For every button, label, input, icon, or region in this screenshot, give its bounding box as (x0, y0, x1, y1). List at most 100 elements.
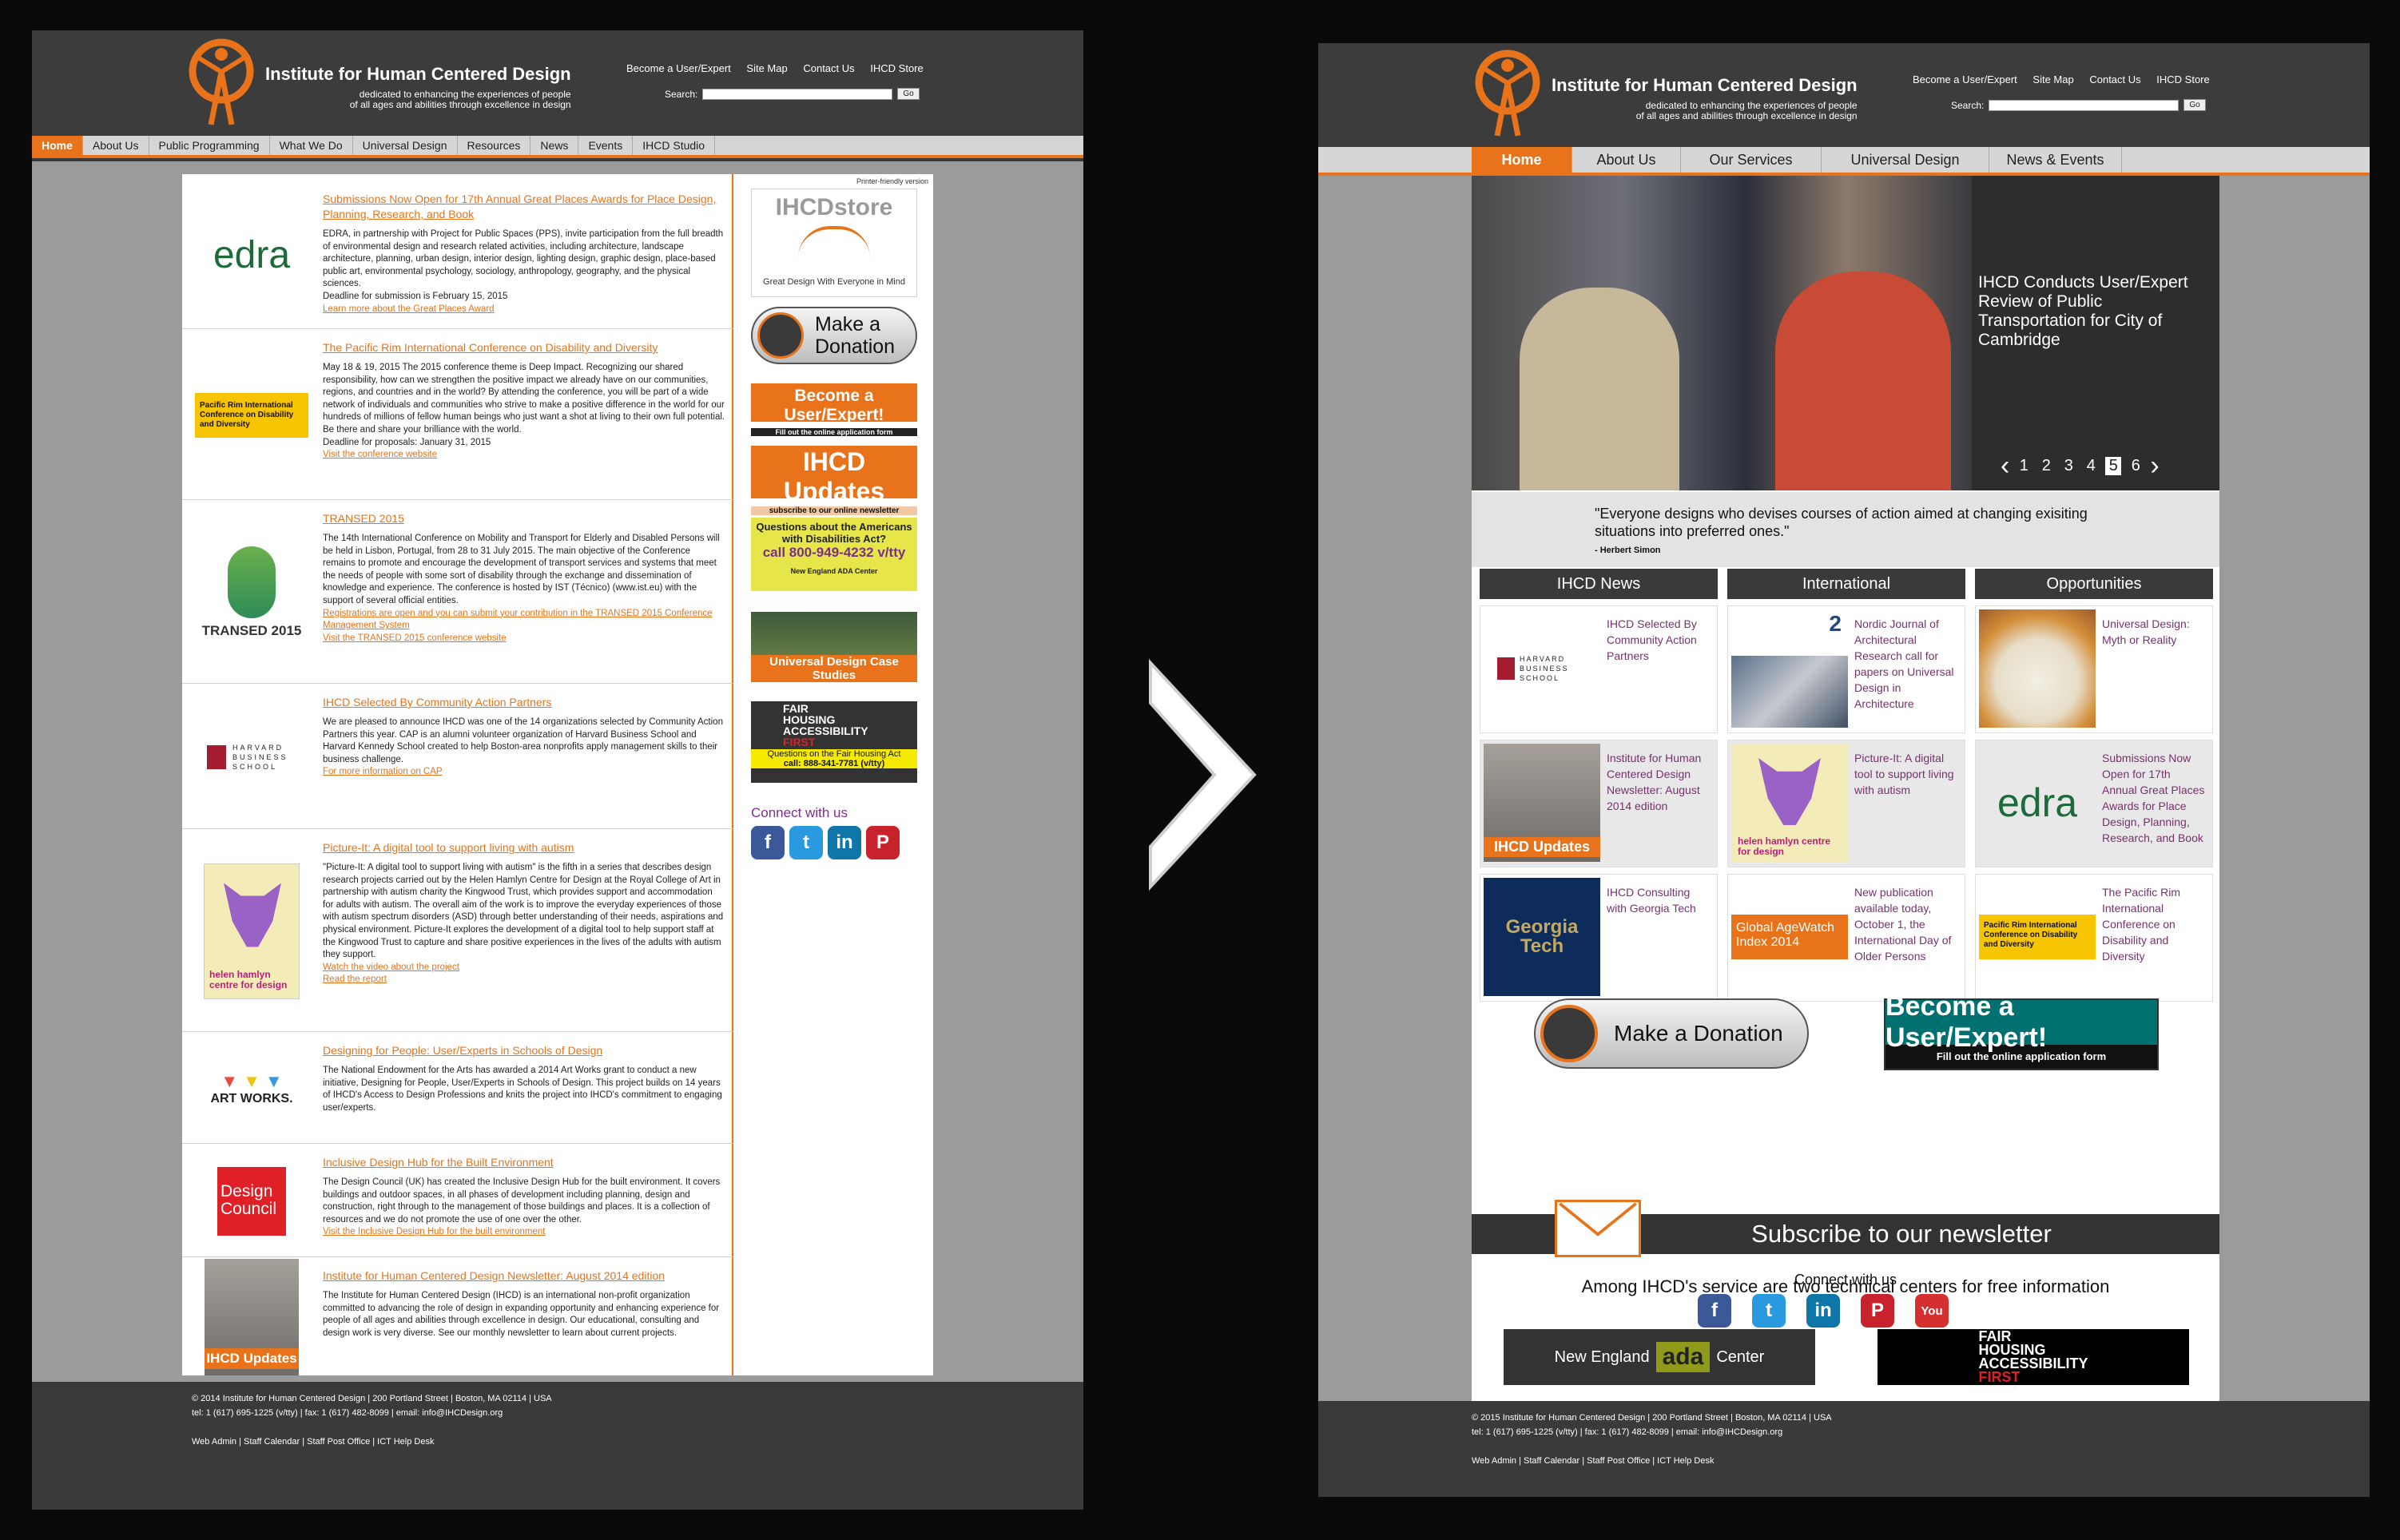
envelope-icon[interactable] (1555, 1200, 1641, 1257)
slide-1-button[interactable]: 1 (2016, 457, 2032, 475)
news-link[interactable]: Visit the conference website (323, 449, 725, 462)
twitter-icon[interactable]: t (789, 826, 823, 859)
news-title[interactable]: Designing for People: User/Experts in Sc… (323, 1043, 725, 1058)
news-link-2[interactable]: Visit the TRANSED 2015 conference websit… (323, 633, 725, 645)
link-become-user-expert[interactable]: Become a User/Expert (626, 62, 731, 74)
page-body: edra Submissions Now Open for 17th Annua… (32, 161, 1083, 1382)
nav-home[interactable]: Home (32, 136, 83, 155)
nav-about-us[interactable]: About Us (1572, 147, 1681, 173)
link-ihcd-store[interactable]: IHCD Store (2156, 73, 2209, 85)
news-card[interactable]: Pacific Rim International Conference on … (1975, 874, 2213, 1002)
news-item: HARVARD BUSINESS SCHOOL IHCD Selected By… (182, 685, 733, 829)
search-input[interactable] (702, 88, 893, 100)
nav-about-us[interactable]: About Us (83, 136, 149, 155)
chevron-right-icon[interactable]: › (2150, 450, 2159, 482)
nav-what-we-do[interactable]: What We Do (270, 136, 353, 155)
nav-our-services[interactable]: Our Services (1681, 147, 1822, 173)
news-card[interactable]: helen hamlyn centre for design Picture-I… (1727, 740, 1965, 867)
link-contact-us[interactable]: Contact Us (803, 62, 854, 74)
facebook-icon[interactable]: f (751, 826, 785, 859)
slide-2-button[interactable]: 2 (2038, 457, 2054, 475)
slide-4-button[interactable]: 4 (2083, 457, 2099, 475)
column-opportunities: Opportunities Universal Design: Myth or … (1975, 569, 2213, 1002)
link-site-map[interactable]: Site Map (746, 62, 787, 74)
nav-news[interactable]: News (530, 136, 579, 155)
tagline-line-2: of all ages and abilities through excell… (1635, 110, 1858, 121)
news-card[interactable]: Georgia Tech IHCD Consulting with Georgi… (1480, 874, 1718, 1002)
ihcd-updates-banner[interactable]: IHCD Updates subscribe to our online new… (751, 446, 917, 515)
footer-staff-links[interactable]: Web Admin | Staff Calendar | Staff Post … (1472, 1454, 2210, 1468)
pinterest-icon[interactable]: P (1861, 1294, 1894, 1328)
donate-button[interactable]: Make a Donation (1534, 998, 1809, 1069)
news-card[interactable]: Universal Design: Myth or Reality (1975, 605, 2213, 733)
search-go-button[interactable]: Go (897, 88, 920, 100)
news-item: edra Submissions Now Open for 17th Annua… (182, 182, 733, 329)
footer-staff-links[interactable]: Web Admin | Staff Calendar | Staff Post … (192, 1435, 924, 1449)
news-title[interactable]: IHCD Selected By Community Action Partne… (323, 695, 725, 710)
news-link[interactable]: For more information on CAP (323, 766, 725, 779)
nav-universal-design[interactable]: Universal Design (353, 136, 458, 155)
updates-sublabel: subscribe to our online newsletter (751, 506, 917, 515)
news-card-text: Submissions Now Open for 17th Annual Gre… (2102, 752, 2205, 844)
site-title-block: Institute for Human Centered Design dedi… (1552, 75, 1858, 121)
news-card[interactable]: IHCD Updates Institute for Human Centere… (1480, 740, 1718, 867)
footer-address: © 2014 Institute for Human Centered Desi… (192, 1394, 552, 1403)
store-banner[interactable]: IHCDstore Great Design With Everyone in … (751, 189, 917, 297)
nav-universal-design[interactable]: Universal Design (1822, 147, 1989, 173)
slide-5-button[interactable]: 5 (2105, 457, 2122, 475)
donate-button[interactable]: Make a Donation (751, 307, 917, 364)
news-link-2[interactable]: Read the report (323, 974, 725, 986)
news-link[interactable]: Learn more about the Great Places Award (323, 304, 725, 316)
news-body: The Institute for Human Centered Design … (323, 1291, 720, 1338)
link-site-map[interactable]: Site Map (2032, 73, 2073, 85)
news-link[interactable]: Visit the Inclusive Design Hub for the b… (323, 1226, 725, 1239)
link-contact-us[interactable]: Contact Us (2089, 73, 2140, 85)
nav-events[interactable]: Events (578, 136, 634, 155)
twitter-icon[interactable]: t (1752, 1294, 1786, 1328)
pinterest-icon[interactable]: P (866, 826, 900, 859)
news-card-text: Institute for Human Centered Design News… (1607, 752, 1702, 812)
new-england-ada-center-banner[interactable]: New England ada Center (1504, 1329, 1815, 1385)
fair-housing-banner[interactable]: FAIR HOUSING ACCESSIBILITY FIRST (1877, 1329, 2189, 1385)
news-link[interactable]: Registrations are open and you can submi… (323, 608, 725, 633)
news-card[interactable]: HARVARD BUSINESS SCHOOL IHCD Selected By… (1480, 605, 1718, 733)
slide-6-button[interactable]: 6 (2128, 457, 2144, 475)
case-studies-banner[interactable]: Universal Design Case Studies (751, 612, 917, 682)
printer-friendly-link[interactable]: Printer-friendly version (856, 177, 928, 185)
become-user-expert-banner[interactable]: Become a User/Expert! Fill out the onlin… (1884, 991, 2159, 1070)
search-input[interactable] (1989, 99, 2179, 111)
become-user-expert-banner[interactable]: Become a User/Expert! Fill out the onlin… (751, 383, 917, 436)
search-go-button[interactable]: Go (2183, 99, 2206, 111)
youtube-icon[interactable]: You (1915, 1294, 1949, 1328)
ada-center-banner[interactable]: Questions about the Americans with Disab… (751, 518, 917, 591)
news-title[interactable]: Institute for Human Centered Design News… (323, 1268, 725, 1284)
news-link[interactable]: Watch the video about the project (323, 962, 725, 974)
column-heading: International (1727, 569, 1965, 599)
link-ihcd-store[interactable]: IHCD Store (870, 62, 923, 74)
ihcd-logo-icon[interactable] (187, 37, 256, 133)
hero-caption[interactable]: IHCD Conducts User/Expert Review of Publ… (1978, 273, 2210, 350)
news-card[interactable]: Global AgeWatch Index 2014 New publicati… (1727, 874, 1965, 1002)
linkedin-icon[interactable]: in (1806, 1294, 1840, 1328)
nav-home[interactable]: Home (1472, 147, 1572, 173)
news-card[interactable]: edra Submissions Now Open for 17th Annua… (1975, 740, 2213, 867)
news-title[interactable]: The Pacific Rim International Conference… (323, 340, 725, 355)
news-title[interactable]: Submissions Now Open for 17th Annual Gre… (323, 192, 725, 222)
news-title[interactable]: Picture-It: A digital tool to support li… (323, 840, 725, 855)
nav-resources[interactable]: Resources (458, 136, 531, 155)
linkedin-icon[interactable]: in (828, 826, 861, 859)
nav-ihcd-studio[interactable]: IHCD Studio (633, 136, 716, 155)
ihcd-logo-icon[interactable] (1473, 48, 1542, 144)
link-become-user-expert[interactable]: Become a User/Expert (1913, 73, 2017, 85)
nav-news-events[interactable]: News & Events (1989, 147, 2122, 173)
facebook-icon[interactable]: f (1698, 1294, 1731, 1328)
news-title[interactable]: Inclusive Design Hub for the Built Envir… (323, 1155, 725, 1170)
slide-3-button[interactable]: 3 (2060, 457, 2076, 475)
chevron-left-icon[interactable]: ‹ (2001, 450, 2009, 482)
news-body: The National Endowment for the Arts has … (323, 1066, 722, 1113)
news-title[interactable]: TRANSED 2015 (323, 511, 725, 526)
fair-housing-banner[interactable]: FAIR HOUSING ACCESSIBILITY FIRST Questio… (751, 701, 917, 783)
design-council-logo: Design Council (182, 1145, 321, 1256)
news-card[interactable]: 2 Nordic Journal of Architectural Resear… (1727, 605, 1965, 733)
nav-public-programming[interactable]: Public Programming (149, 136, 270, 155)
